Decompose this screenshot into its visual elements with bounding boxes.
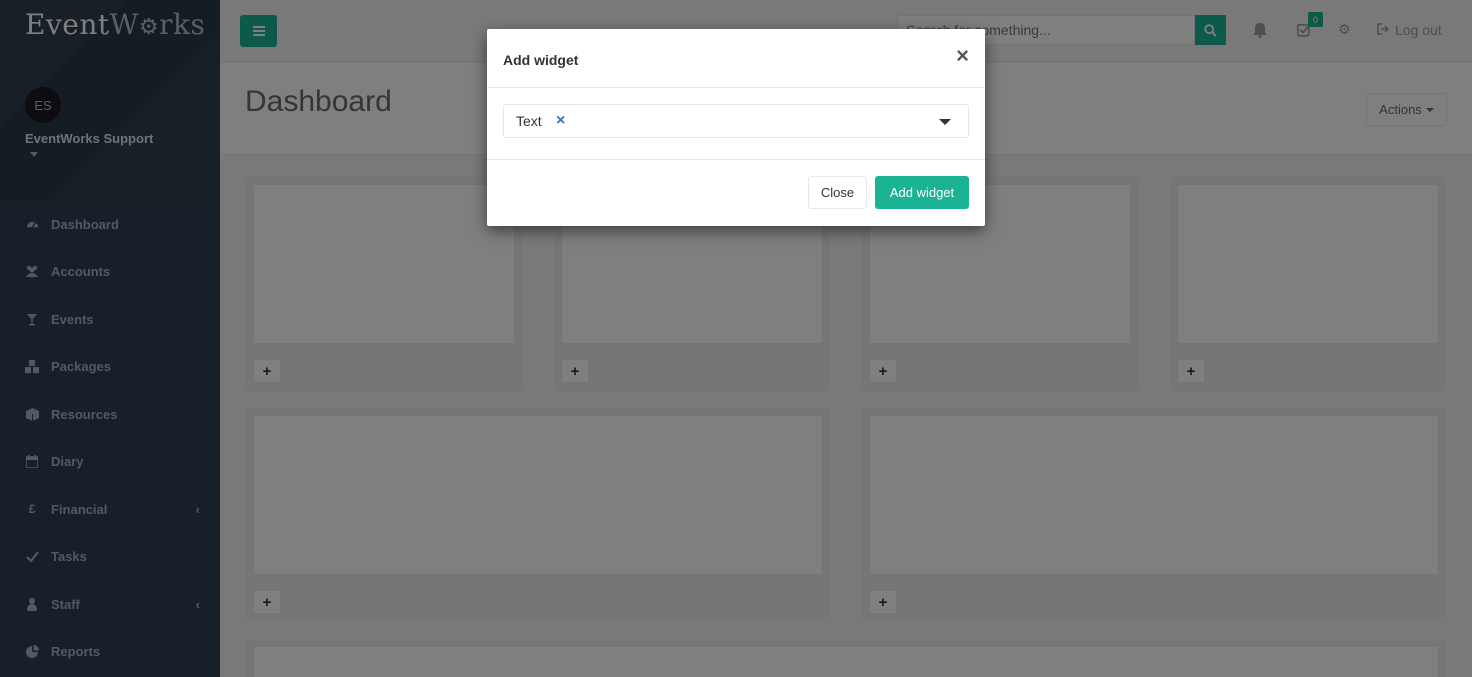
close-button[interactable]: Close [808,176,867,209]
clear-selection-icon[interactable]: × [556,112,565,130]
add-widget-button[interactable]: Add widget [875,176,969,209]
selected-widget-type: Text [516,113,542,129]
dropdown-arrow-icon[interactable] [939,119,951,125]
modal-footer: Close Add widget [487,160,985,225]
modal-body: Text × [487,88,985,160]
widget-type-select[interactable]: Text × [503,104,969,138]
close-icon[interactable]: × [956,45,969,67]
modal-header: Add widget × [487,29,985,88]
add-widget-modal: Add widget × Text × Close Add widget [487,29,985,226]
modal-title: Add widget [503,52,579,68]
